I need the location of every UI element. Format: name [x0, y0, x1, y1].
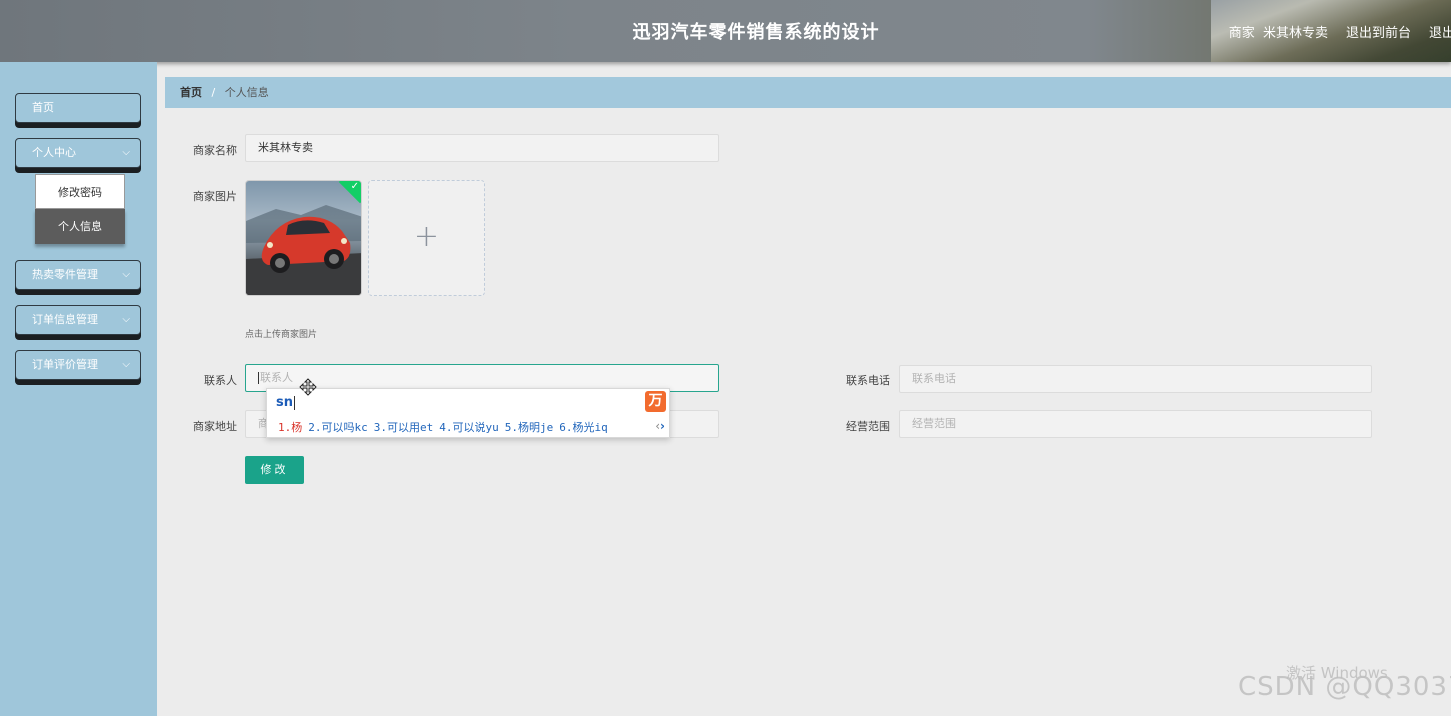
personal-center-submenu: 修改密码 个人信息 — [35, 174, 125, 244]
user-name: 米其林专卖 — [1262, 26, 1328, 41]
ime-candidate[interactable]: 3.可以用et — [374, 421, 434, 434]
ime-candidate[interactable]: 5.杨明je — [505, 421, 554, 434]
ime-caret — [294, 395, 295, 410]
csdn-watermark: CSDN @QQ3037 — [1238, 672, 1451, 702]
breadcrumb: 首页 / 个人信息 — [165, 77, 1451, 108]
ime-pager: ‹› — [655, 419, 665, 433]
sidebar-item-personal-center[interactable]: 个人中心 ⌵ — [15, 138, 141, 168]
scope-input[interactable]: 经营范围 — [899, 410, 1372, 438]
merchant-image-thumbnail[interactable]: ✓ — [245, 180, 362, 296]
scope-label: 经营范围 — [846, 420, 890, 433]
merchant-name-input[interactable]: 米其林专卖 — [245, 134, 719, 162]
breadcrumb-separator: / — [211, 86, 216, 99]
upload-hint: 点击上传商家图片 — [245, 330, 318, 340]
sidebar-subitem-change-password[interactable]: 修改密码 — [35, 174, 125, 209]
current-user: 商家 米其林专卖 — [1229, 22, 1328, 41]
ime-candidate[interactable]: 1.杨 — [278, 421, 302, 434]
top-header: 迅羽汽车零件销售系统的设计 商家 米其林专卖 退出到前台 退出 — [0, 0, 1451, 62]
sidebar-item-label: 个人中心 — [32, 146, 76, 159]
sidebar: 首页 个人中心 ⌵ 修改密码 个人信息 热卖零件管理 ⌵ 订单信息管理 ⌵ 订单… — [0, 62, 157, 716]
check-icon: ✓ — [350, 181, 359, 192]
ime-composition-text: sn — [276, 395, 293, 410]
chevron-down-icon: ⌵ — [122, 269, 130, 280]
breadcrumb-home[interactable]: 首页 — [180, 86, 202, 99]
logout-link[interactable]: 退出 — [1429, 22, 1451, 41]
sidebar-item-orders[interactable]: 订单信息管理 ⌵ — [15, 305, 141, 335]
contact-label: 联系人 — [204, 374, 237, 387]
sidebar-item-reviews[interactable]: 订单评价管理 ⌵ — [15, 350, 141, 380]
sidebar-item-label: 订单评价管理 — [32, 358, 98, 371]
submit-button[interactable]: 修改 — [245, 456, 304, 484]
merchant-name-label: 商家名称 — [193, 144, 237, 157]
contact-placeholder: 联系人 — [260, 371, 293, 384]
text-caret — [258, 372, 259, 384]
chevron-down-icon: ⌵ — [122, 314, 130, 325]
header-links: 商家 米其林专卖 退出到前台 退出 — [1229, 22, 1451, 41]
sidebar-item-hot-parts[interactable]: 热卖零件管理 ⌵ — [15, 260, 141, 290]
address-label: 商家地址 — [193, 420, 237, 433]
phone-label: 联系电话 — [846, 374, 890, 387]
exit-to-front-link[interactable]: 退出到前台 — [1346, 22, 1411, 41]
phone-input[interactable]: 联系电话 — [899, 365, 1372, 393]
breadcrumb-current: 个人信息 — [224, 86, 269, 99]
ime-composition: sn — [276, 395, 295, 410]
sidebar-subitem-personal-info[interactable]: 个人信息 — [35, 209, 125, 244]
ime-candidate-window: sn 万 1.杨 2.可以吗kc 3.可以用et 4.可以说yu 5.杨明je 6.杨光i… — [266, 388, 670, 438]
sidebar-item-label: 热卖零件管理 — [32, 268, 98, 281]
chevron-down-icon: ⌵ — [122, 359, 130, 370]
merchant-image-label: 商家图片 — [193, 190, 237, 203]
sidebar-item-home[interactable]: 首页 — [15, 93, 141, 123]
chevron-down-icon: ⌵ — [122, 147, 130, 158]
ime-candidate[interactable]: 4.可以说yu — [439, 421, 499, 434]
image-upload-button[interactable]: + — [368, 180, 485, 296]
ime-candidate[interactable]: 6.杨光iq — [559, 421, 608, 434]
user-role: 商家 — [1228, 26, 1255, 41]
red-car-image — [246, 205, 361, 295]
plus-icon: + — [413, 219, 440, 254]
sidebar-item-label: 订单信息管理 — [32, 313, 98, 326]
ime-logo-icon: 万 — [645, 391, 666, 412]
sidebar-item-label: 首页 — [32, 101, 54, 114]
move-cursor-icon — [299, 378, 317, 396]
ime-candidate-list: 1.杨 2.可以吗kc 3.可以用et 4.可以说yu 5.杨明je 6.杨光iq — [278, 419, 614, 435]
ime-candidate[interactable]: 2.可以吗kc — [308, 421, 368, 434]
ime-next-page-icon[interactable]: › — [660, 419, 665, 433]
